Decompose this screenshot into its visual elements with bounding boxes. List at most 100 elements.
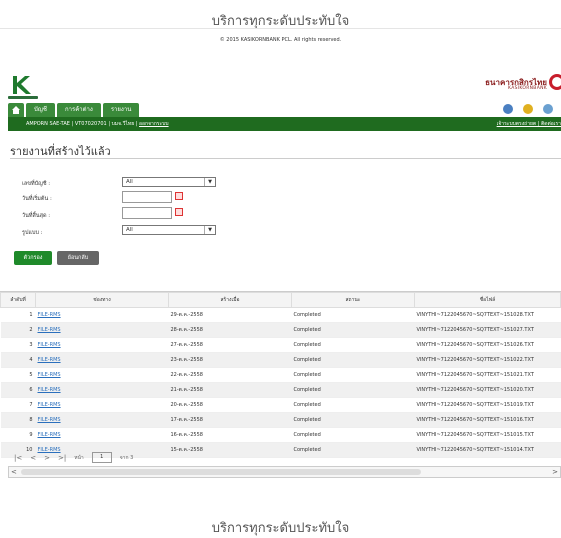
tab-transfer[interactable]: การค้าต่าง [57,103,101,117]
row-channel-link[interactable]: FILE-RMS [35,322,169,338]
row-filename: VINYTHI~7122045670~SQ7TEXT~151027.TXT [414,322,561,338]
row-channel-link[interactable]: FILE-RMS [35,427,169,443]
calendar-icon[interactable] [175,208,183,216]
horizontal-scrollbar[interactable]: < > [8,466,561,478]
format-label: รูปแบบ : [22,230,43,236]
row-channel-link[interactable]: FILE-RMS [35,352,169,368]
row-created-date: 21-ต.ค.-2558 [168,382,292,398]
row-created-date: 28-ต.ค.-2558 [168,322,292,338]
row-number: 3 [0,337,36,353]
row-status: Completed [291,427,415,443]
table-row: 4 FILE-RMS 23-ต.ค.-2558 Completed VINYTHI~71… [0,352,561,368]
last-page-icon[interactable]: >| [58,454,66,462]
end-date-input[interactable] [122,207,172,219]
col-header-status: สถานะ [291,292,415,308]
row-filename: VINYTHI~7122045670~SQ7TEXT~151026.TXT [414,337,561,353]
page-number-input[interactable]: 1 [91,452,112,463]
page-total: จาก 3 [119,454,134,461]
row-number: 5 [0,367,36,383]
chevron-down-icon: ▼ [204,226,215,234]
calendar-icon[interactable] [175,192,183,200]
row-number: 2 [0,322,36,338]
row-status: Completed [291,337,415,353]
pagination: |< < > >| หน้า 1 จาก 3 [14,452,133,463]
row-created-date: 17-ต.ค.-2558 [168,412,292,428]
col-header-channel: ช่องทาง [35,292,169,308]
scroll-thumb[interactable] [21,469,421,475]
row-filename: VINYTHI~7122045670~SQ7TEXT~151020.TXT [414,382,561,398]
home-icon [12,106,20,114]
row-status: Completed [291,397,415,413]
chevron-down-icon: ▼ [204,178,215,186]
user-bar: AMPORN SAE-TAE | VT07020701 | บมจ.วีไทย … [8,117,561,131]
end-date-label: วันที่สิ้นสุด : [22,213,51,219]
start-date-label: วันที่เริ่มต้น : [22,196,52,202]
row-channel-link[interactable]: FILE-RMS [35,337,169,353]
top-icons [503,104,553,114]
row-created-date: 29-ต.ค.-2558 [168,307,292,323]
row-number: 1 [0,307,36,323]
row-filename: VINYTHI~7122045670~SQ7TEXT~151028.TXT [414,307,561,323]
copyright-text: © 2015 KASIKORNBANK PCL. All rights rese… [219,37,342,43]
row-channel-link[interactable]: FILE-RMS [35,412,169,428]
table-row: 6 FILE-RMS 21-ต.ค.-2558 Completed VINYTHI~71… [0,382,561,398]
key-icon[interactable] [523,104,533,114]
header-right-links[interactable]: เจ้าระบบตรงถ่ายต | ติดต่อเรา [497,117,561,131]
col-header-no: ลำดับที่ [0,292,36,308]
table-row: 2 FILE-RMS 28-ต.ค.-2558 Completed VINYTHI~71… [0,322,561,338]
row-channel-link[interactable]: FILE-RMS [35,382,169,398]
logout-link[interactable]: ออกจากระบบ [139,121,169,127]
bank-emblem-icon [549,74,561,90]
home-tab[interactable] [8,103,24,117]
col-header-created: สร้างเมื่อ [168,292,292,308]
row-created-date: 20-ต.ค.-2558 [168,397,292,413]
row-number: 9 [0,427,36,443]
row-filename: VINYTHI~7122045670~SQ7TEXT~151014.TXT [414,442,561,458]
row-filename: VINYTHI~7122045670~SQ7TEXT~151016.TXT [414,412,561,428]
prev-page-icon[interactable]: < [30,454,36,462]
users-icon[interactable] [543,104,553,114]
logo-underline [8,96,38,99]
user-name: AMPORN SAE-TAE [26,121,70,127]
row-number: 8 [0,412,36,428]
format-select[interactable]: All ▼ [122,225,216,235]
table-row: 7 FILE-RMS 20-ต.ค.-2558 Completed VINYTHI~71… [0,397,561,413]
row-filename: VINYTHI~7122045670~SQ7TEXT~151015.TXT [414,427,561,443]
report-table: ลำดับที่ ช่องทาง สร้างเมื่อ สถานะ ชื่อไฟ… [0,291,561,458]
start-date-input[interactable] [122,191,172,203]
row-number: 7 [0,397,36,413]
divider [0,28,561,29]
row-created-date: 22-ต.ค.-2558 [168,367,292,383]
bank-name-en: KASIKORNBANK [508,86,547,91]
account-label: เลขที่บัญชี : [22,181,51,187]
col-header-filename: ชื่อไฟล์ [414,292,561,308]
row-created-date: 16-ต.ค.-2558 [168,427,292,443]
row-filename: VINYTHI~7122045670~SQ7TEXT~151022.TXT [414,352,561,368]
row-created-date: 27-ต.ค.-2558 [168,337,292,353]
kbank-logo-icon [13,76,31,94]
company-name: บมจ.วีไทย [111,121,135,127]
first-page-icon[interactable]: |< [14,454,22,462]
account-select[interactable]: All ▼ [122,177,216,187]
row-status: Completed [291,307,415,323]
main-menu: บัญชี การค้าต่าง รายงาน [8,103,141,117]
scroll-left-icon[interactable]: < [11,467,17,477]
globe-icon[interactable] [503,104,513,114]
row-channel-link[interactable]: FILE-RMS [35,367,169,383]
row-status: Completed [291,322,415,338]
table-row: 1 FILE-RMS 29-ต.ค.-2558 Completed VINYTHI~71… [0,307,561,323]
scroll-right-icon[interactable]: > [552,467,558,477]
format-select-value: All [126,227,133,233]
back-button[interactable]: ย้อนกลับ [57,251,99,265]
tab-account[interactable]: บัญชี [26,103,55,117]
user-id: VT07020701 [74,121,107,127]
filter-button[interactable]: ตัวกรอง [14,251,52,265]
row-status: Completed [291,352,415,368]
next-page-icon[interactable]: > [44,454,50,462]
row-channel-link[interactable]: FILE-RMS [35,307,169,323]
table-row: 3 FILE-RMS 27-ต.ค.-2558 Completed VINYTHI~71… [0,337,561,353]
table-row: 8 FILE-RMS 17-ต.ค.-2558 Completed VINYTHI~71… [0,412,561,428]
page-label: หน้า [74,454,84,461]
tab-report[interactable]: รายงาน [102,103,140,117]
row-channel-link[interactable]: FILE-RMS [35,397,169,413]
